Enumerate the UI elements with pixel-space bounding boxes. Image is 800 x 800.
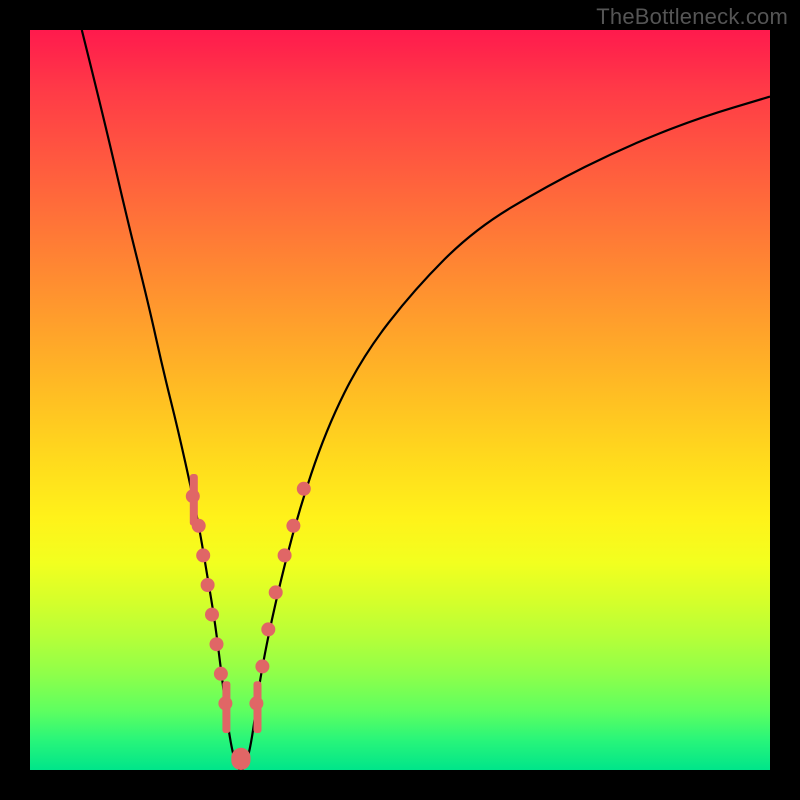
curve-dot bbox=[210, 637, 224, 651]
watermark-text: TheBottleneck.com bbox=[596, 4, 788, 30]
chart-frame: TheBottleneck.com bbox=[0, 0, 800, 800]
curve-dot bbox=[201, 578, 215, 592]
curve-dot bbox=[278, 548, 292, 562]
curve-dot bbox=[255, 659, 269, 673]
curve-dot bbox=[261, 622, 275, 636]
curve-dot bbox=[218, 696, 232, 710]
curve-dot bbox=[196, 548, 210, 562]
curve-dot bbox=[269, 585, 283, 599]
chart-overlay bbox=[30, 30, 770, 770]
curve-pills bbox=[190, 474, 262, 770]
curve-dot bbox=[205, 608, 219, 622]
curve-dot bbox=[249, 696, 263, 710]
curve-dots bbox=[186, 482, 311, 711]
curve-dot bbox=[286, 519, 300, 533]
curve-pill bbox=[231, 748, 250, 770]
curve-dot bbox=[214, 667, 228, 681]
curve-line bbox=[82, 30, 770, 770]
curve-dot bbox=[192, 519, 206, 533]
curve-dot bbox=[186, 489, 200, 503]
curve-dot bbox=[297, 482, 311, 496]
